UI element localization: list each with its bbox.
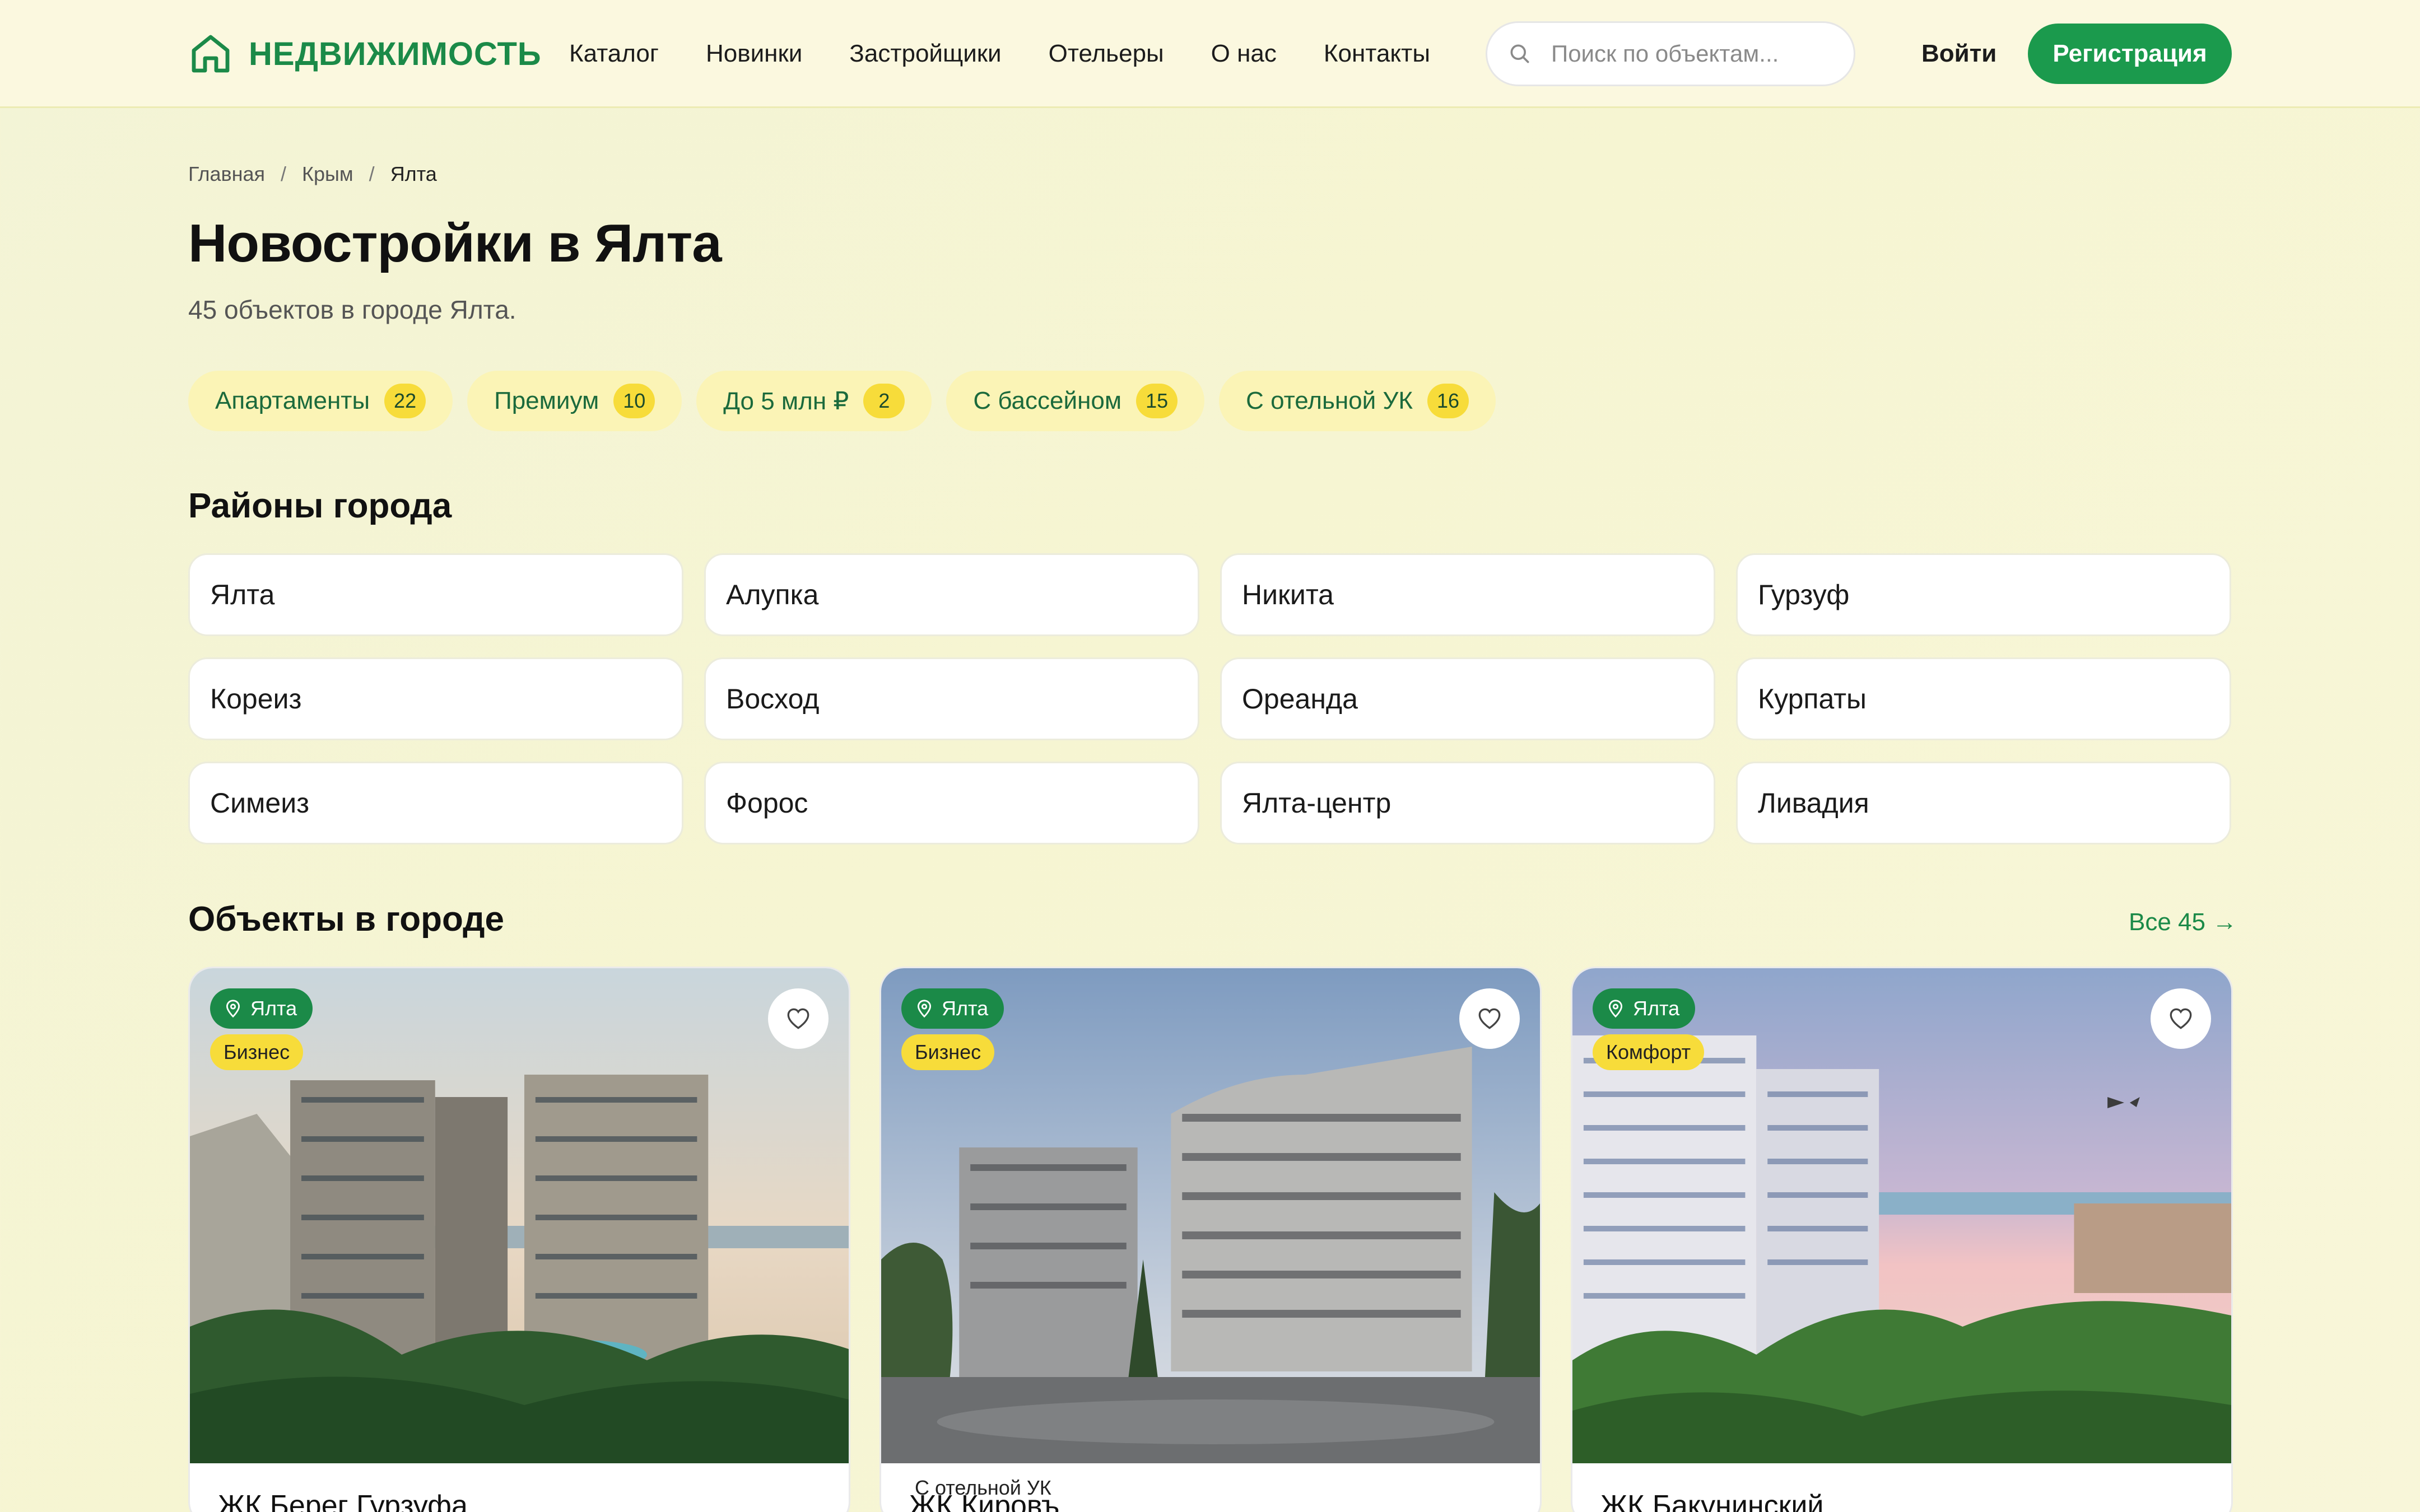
object-cards: Ялта Бизнес ЖК Берег Гурзуфа Ялта Бизнес…: [188, 967, 2233, 1512]
object-name[interactable]: ЖК Берег Гурзуфа: [218, 1489, 468, 1512]
page-title: Новостройки в Ялта: [188, 213, 722, 273]
chip-count-badge: 10: [613, 384, 655, 418]
site-header: НЕДВИЖИМОСТЬ Каталог Новинки Застройщики…: [0, 0, 2420, 108]
city-tag-label: Ялта: [250, 997, 297, 1020]
chip-count-badge: 16: [1427, 384, 1469, 418]
city-tag-label: Ялта: [1633, 997, 1680, 1020]
district-item[interactable]: Ялта: [188, 553, 683, 636]
chip-label: Премиум: [494, 387, 599, 414]
city-tag-label: Ялта: [942, 997, 989, 1020]
chip-label: С отельной УК: [1246, 387, 1413, 414]
location-pin-icon: [1608, 1000, 1623, 1018]
nav-hoteliers[interactable]: Отельеры: [1049, 35, 1164, 73]
chip-label: Апартаменты: [215, 387, 370, 414]
city-tag: Ялта: [210, 988, 313, 1029]
logo-text: НЕДВИЖИМОСТЬ: [249, 35, 542, 72]
city-tag: Ялта: [1593, 988, 1696, 1029]
search-icon: [1510, 44, 1529, 63]
districts-grid: Ялта Алупка Никита Гурзуф Кореиз Восход …: [188, 553, 2232, 844]
object-name[interactable]: ЖК Бакунинский: [1600, 1489, 1823, 1512]
objects-title: Объекты в городе: [188, 900, 504, 939]
chip-label: До 5 млн ₽: [723, 387, 849, 415]
breadcrumb-current: Ялта: [390, 162, 437, 185]
filter-chip-hotel-management[interactable]: С отельной УК 16: [1219, 371, 1496, 431]
district-item[interactable]: Ливадия: [1736, 762, 2231, 844]
filter-chips: Апартаменты 22 Премиум 10 До 5 млн ₽ 2 С…: [188, 371, 1510, 431]
district-item[interactable]: Ялта-центр: [1220, 762, 1715, 844]
breadcrumb-region[interactable]: Крым: [302, 162, 353, 186]
district-item[interactable]: Симеиз: [188, 762, 683, 844]
districts-title: Районы города: [188, 487, 452, 525]
nav-developers[interactable]: Застройщики: [849, 35, 1001, 73]
heart-icon: [1478, 1008, 1501, 1029]
nav-new[interactable]: Новинки: [706, 35, 802, 73]
login-button[interactable]: Войти: [1921, 35, 1997, 73]
favorite-button[interactable]: [1459, 988, 1520, 1049]
breadcrumb-separator: /: [281, 162, 287, 185]
nav-contacts[interactable]: Контакты: [1324, 35, 1430, 73]
all-objects-link[interactable]: Все 45 →: [2129, 906, 2237, 939]
search-input[interactable]: [1551, 40, 1842, 67]
object-name[interactable]: ЖК Кировъ: [909, 1489, 1059, 1512]
filter-chip-apartments[interactable]: Апартаменты 22: [188, 371, 453, 431]
district-item[interactable]: Ореанда: [1220, 657, 1715, 740]
filter-chip-under-5m[interactable]: До 5 млн ₽ 2: [696, 371, 932, 431]
district-item[interactable]: Восход: [704, 657, 1199, 740]
object-card[interactable]: Ялта Комфорт ЖК Бакунинский: [1571, 967, 2233, 1512]
class-tag: Комфорт: [1593, 1034, 1705, 1070]
site-logo[interactable]: НЕДВИЖИМОСТЬ: [188, 31, 542, 76]
heart-icon: [787, 1008, 809, 1029]
chip-count-badge: 22: [384, 384, 426, 418]
location-pin-icon: [917, 1000, 932, 1018]
chip-label: С бассейном: [973, 387, 1122, 414]
district-item[interactable]: Гурзуф: [1736, 553, 2231, 636]
filter-chip-pool[interactable]: С бассейном 15: [946, 371, 1205, 431]
district-item[interactable]: Кореиз: [188, 657, 683, 740]
favorite-button[interactable]: [2151, 988, 2211, 1049]
register-button[interactable]: Регистрация: [2028, 24, 2232, 84]
chip-count-badge: 2: [863, 384, 905, 418]
district-item[interactable]: Курпаты: [1736, 657, 2231, 740]
object-card[interactable]: Ялта Бизнес ЖК Берег Гурзуфа: [188, 967, 850, 1512]
nav-about[interactable]: О нас: [1211, 35, 1277, 73]
nav-catalog[interactable]: Каталог: [569, 35, 659, 73]
district-item[interactable]: Алупка: [704, 553, 1199, 636]
page-subtitle: 45 объектов в городе Ялта.: [188, 295, 516, 324]
home-logo-icon: [192, 35, 230, 73]
class-tag: Бизнес: [210, 1034, 304, 1070]
filter-chip-premium[interactable]: Премиум 10: [467, 371, 682, 431]
object-card[interactable]: Ялта Бизнес С отельной УК ЖК Кировъ: [879, 967, 1542, 1512]
breadcrumb-separator: /: [369, 162, 375, 185]
breadcrumb: Главная / Крым / Ялта: [188, 162, 437, 186]
location-pin-icon: [226, 1000, 240, 1018]
main-nav: Каталог Новинки Застройщики Отельеры О н…: [569, 35, 1477, 73]
city-tag: Ялта: [901, 988, 1004, 1029]
district-item[interactable]: Форос: [704, 762, 1199, 844]
heart-icon: [2170, 1008, 2192, 1029]
class-tag: Бизнес: [901, 1034, 995, 1070]
favorite-button[interactable]: [768, 988, 829, 1049]
chip-count-badge: 15: [1136, 384, 1178, 418]
breadcrumb-home[interactable]: Главная: [188, 162, 265, 186]
district-item[interactable]: Никита: [1220, 553, 1715, 636]
search-box[interactable]: [1486, 21, 1855, 86]
